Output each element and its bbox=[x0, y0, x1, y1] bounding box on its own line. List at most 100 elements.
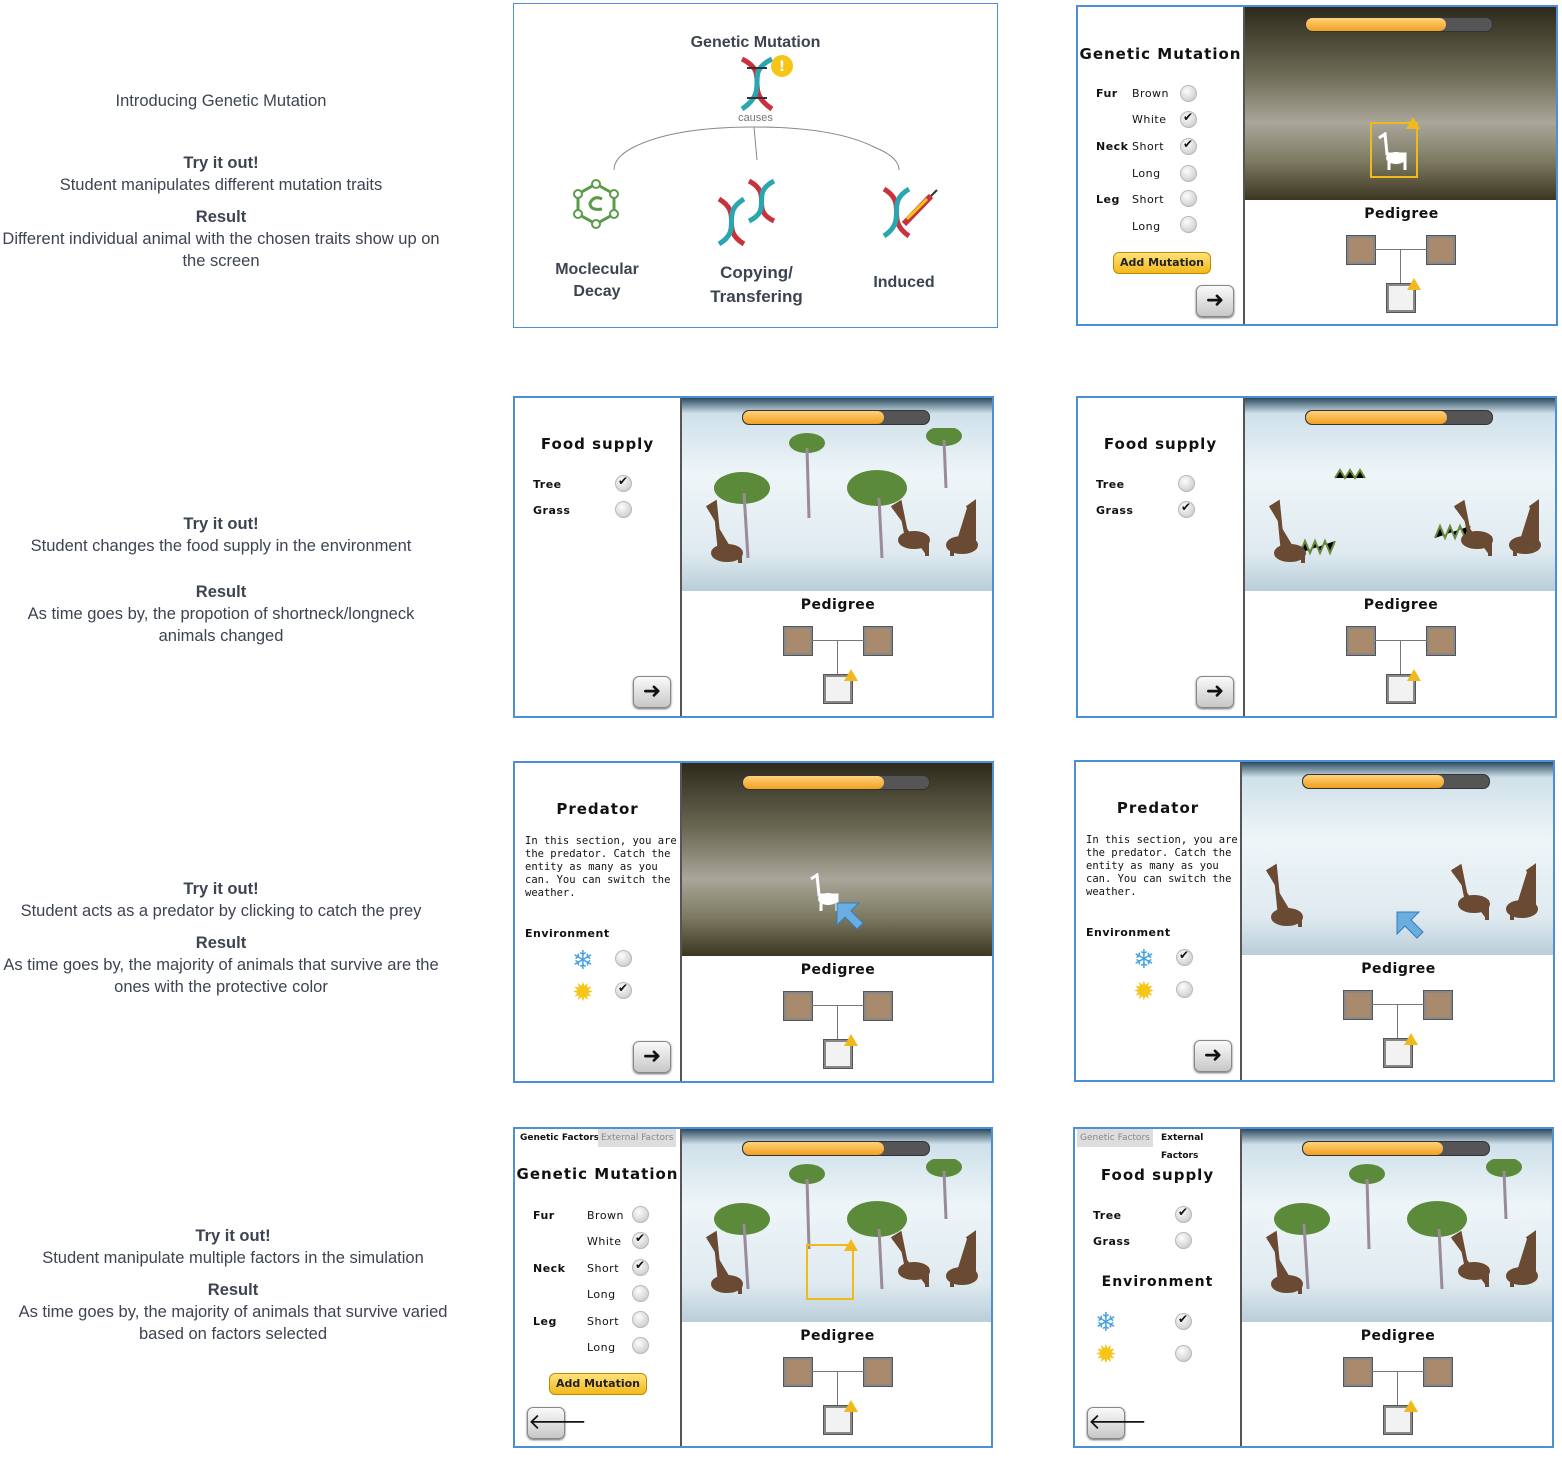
parent-right[interactable] bbox=[864, 627, 892, 655]
radio-grass[interactable] bbox=[1175, 1232, 1192, 1249]
radio-snow[interactable] bbox=[615, 950, 632, 967]
parent-right[interactable] bbox=[1424, 991, 1452, 1019]
pedigree-line bbox=[812, 640, 864, 641]
next-button[interactable]: ➜ bbox=[1196, 285, 1234, 317]
radio-neck-short[interactable] bbox=[632, 1258, 649, 1276]
concept-diagram: Genetic Mutation ! causes Moclecular Dec… bbox=[513, 3, 998, 328]
sim-food-tree: Food supply Tree Grass ➜ Pedigree bbox=[513, 396, 994, 718]
parent-left[interactable] bbox=[1347, 627, 1375, 655]
radio-leg-long[interactable] bbox=[632, 1337, 649, 1354]
snowflake-icon: ❄ bbox=[1095, 1307, 1117, 1337]
parent-left[interactable] bbox=[784, 1358, 812, 1386]
control-sidebar: Genetic Factors External Factors Food su… bbox=[1075, 1129, 1242, 1446]
snow-scene[interactable] bbox=[1245, 398, 1555, 591]
radio-fur-white[interactable] bbox=[632, 1231, 649, 1249]
radio-leg-long[interactable] bbox=[1180, 216, 1197, 233]
radio-neck-short[interactable] bbox=[1180, 137, 1197, 155]
trees-and-animals bbox=[705, 428, 978, 563]
radio-neck-long[interactable] bbox=[632, 1285, 649, 1302]
pedigree-line bbox=[837, 640, 838, 676]
radio-fur-brown[interactable] bbox=[1180, 85, 1197, 102]
concept-item-copying: Copying/ Transfering bbox=[710, 263, 803, 306]
molecule-icon bbox=[573, 179, 619, 229]
progress-bar bbox=[742, 1141, 930, 1156]
radio-snow[interactable] bbox=[1176, 948, 1193, 966]
tab-genetic-factors[interactable]: Genetic Factors bbox=[517, 1129, 603, 1147]
grass-and-animals bbox=[1268, 468, 1541, 563]
tab-external-factors[interactable]: External Factors bbox=[598, 1129, 677, 1147]
result-heading: Result bbox=[195, 583, 247, 601]
progress-fill bbox=[1303, 1142, 1443, 1155]
fur-label: Fur bbox=[1096, 87, 1118, 100]
brown-label: Brown bbox=[587, 1209, 625, 1222]
parent-right[interactable] bbox=[864, 992, 892, 1020]
result-heading: Result bbox=[207, 1281, 259, 1299]
radio-snow[interactable] bbox=[1175, 1312, 1192, 1330]
next-button[interactable]: ➜ bbox=[1196, 676, 1234, 708]
try-heading: Try it out! bbox=[195, 1227, 271, 1245]
trees-and-animals bbox=[1265, 1159, 1538, 1294]
dna-induced-icon bbox=[882, 186, 938, 239]
leg-label: Leg bbox=[533, 1315, 557, 1328]
parent-left[interactable] bbox=[784, 627, 812, 655]
white-label: White bbox=[1132, 113, 1167, 126]
sidebar-title: Genetic Mutation bbox=[516, 1165, 679, 1183]
short-label: Short bbox=[1132, 140, 1165, 153]
progress-fill bbox=[743, 776, 885, 789]
snow-scene[interactable] bbox=[1242, 762, 1553, 955]
tree-label: Tree bbox=[1096, 478, 1125, 491]
progress-bar bbox=[1305, 410, 1493, 425]
radio-neck-long[interactable] bbox=[1180, 165, 1197, 182]
radio-sun[interactable] bbox=[1176, 981, 1193, 998]
description-4: Try it out! Student manipulate multiple … bbox=[12, 1215, 454, 1345]
parent-right[interactable] bbox=[1427, 627, 1455, 655]
pedigree-area: Pedigree bbox=[682, 591, 992, 716]
back-button[interactable]: 🡐 bbox=[1087, 1407, 1147, 1439]
snowflake-icon: ❄ bbox=[572, 945, 594, 975]
warning-icon bbox=[1407, 669, 1421, 681]
parent-right[interactable] bbox=[1424, 1358, 1452, 1386]
pedigree-title: Pedigree bbox=[1360, 1328, 1436, 1344]
parent-left[interactable] bbox=[1344, 991, 1372, 1019]
radio-leg-short[interactable] bbox=[1180, 190, 1197, 207]
pedigree-line bbox=[1372, 1004, 1424, 1005]
radio-tree[interactable] bbox=[1175, 1205, 1192, 1223]
radio-sun[interactable] bbox=[615, 981, 632, 999]
radio-tree[interactable] bbox=[615, 474, 632, 492]
radio-sun[interactable] bbox=[1175, 1345, 1192, 1362]
add-mutation-button[interactable]: Add Mutation bbox=[1113, 252, 1211, 274]
progress-bar bbox=[1302, 774, 1490, 789]
parent-right[interactable] bbox=[864, 1358, 892, 1386]
next-button[interactable]: ➜ bbox=[1194, 1040, 1232, 1072]
radio-leg-short[interactable] bbox=[632, 1311, 649, 1328]
tree-label: Tree bbox=[1093, 1209, 1122, 1222]
forest-scene[interactable] bbox=[1245, 7, 1556, 200]
back-button[interactable]: 🡐 bbox=[527, 1407, 587, 1439]
progress-fill bbox=[743, 411, 885, 424]
snow-scene[interactable] bbox=[682, 398, 992, 591]
radio-grass[interactable] bbox=[1178, 500, 1195, 518]
pedigree-line bbox=[1397, 1004, 1398, 1040]
forest-scene[interactable] bbox=[682, 763, 992, 956]
warning-icon bbox=[844, 1034, 858, 1046]
radio-grass[interactable] bbox=[615, 501, 632, 518]
snow-scene[interactable] bbox=[682, 1129, 991, 1322]
result-heading: Result bbox=[195, 934, 247, 952]
tab-genetic-factors[interactable]: Genetic Factors bbox=[1077, 1129, 1153, 1147]
sidebar-title: Predator bbox=[1116, 799, 1200, 817]
concept-title: Genetic Mutation bbox=[690, 34, 821, 51]
snow-scene[interactable] bbox=[1242, 1129, 1552, 1322]
radio-tree[interactable] bbox=[1178, 475, 1195, 492]
parent-left[interactable] bbox=[1347, 236, 1375, 264]
tab-external-factors[interactable]: External Factors bbox=[1158, 1129, 1240, 1161]
next-button[interactable]: ➜ bbox=[633, 1041, 671, 1073]
add-mutation-button[interactable]: Add Mutation bbox=[549, 1373, 647, 1395]
radio-fur-brown[interactable] bbox=[632, 1206, 649, 1223]
concept-connectors bbox=[613, 126, 900, 171]
parent-right[interactable] bbox=[1427, 236, 1455, 264]
parent-left[interactable] bbox=[784, 992, 812, 1020]
radio-fur-white[interactable] bbox=[1180, 110, 1197, 128]
parent-left[interactable] bbox=[1344, 1358, 1372, 1386]
next-button[interactable]: ➜ bbox=[633, 676, 671, 708]
pedigree-line bbox=[1375, 640, 1427, 641]
